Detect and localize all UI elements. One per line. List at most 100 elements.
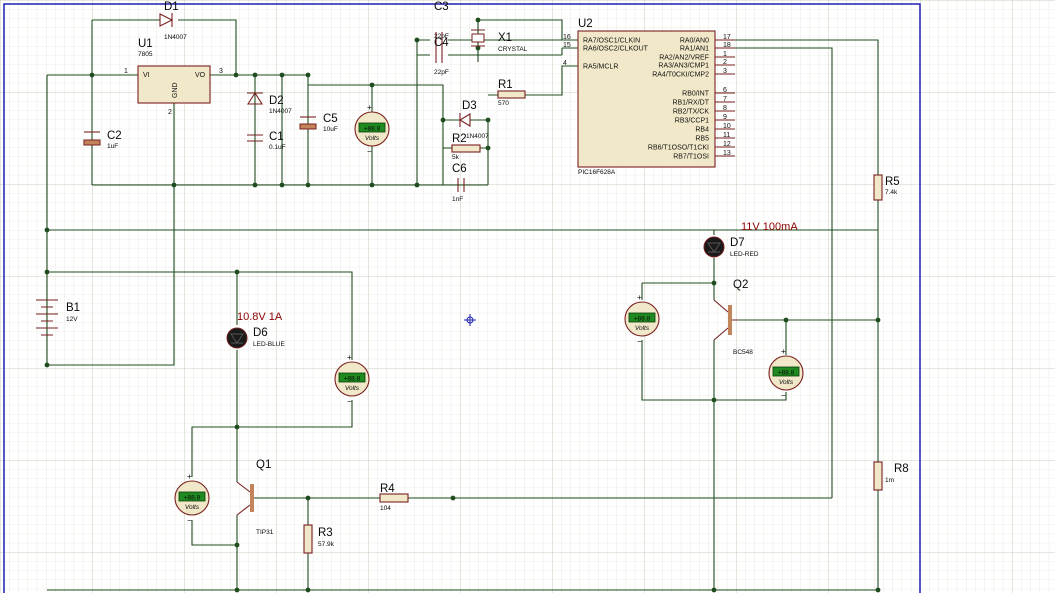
voltmeter-unit: Volts xyxy=(185,504,200,511)
u2-ref: U2 xyxy=(578,18,593,30)
schematic[interactable]: D1 1N4007 U1 7805 VI VO GND 1 3 2 C2 1uF… xyxy=(0,0,1055,593)
u1-pin-in: 1 xyxy=(124,68,128,75)
r4-ref: R4 xyxy=(380,483,395,495)
voltmeter-reading: +88.8 xyxy=(364,126,381,133)
u2-pin-name: RB6/T1OSO/T1CKI xyxy=(648,145,709,152)
d2-ref: D2 xyxy=(269,95,284,107)
u2-pin-number: 18 xyxy=(723,42,731,49)
u2-pin-number: 6 xyxy=(723,87,727,94)
minus-icon: − xyxy=(347,397,352,406)
u2-pin-name: RA2/AN2/VREF xyxy=(659,55,709,62)
u2-pin-name: RB5 xyxy=(695,136,709,143)
u2-pin-number: 13 xyxy=(723,150,731,157)
voltmeter-unit: Volts xyxy=(635,325,650,332)
d3-ref: D3 xyxy=(462,100,477,112)
b1-value: 12V xyxy=(66,316,78,323)
minus-icon: − xyxy=(367,147,372,156)
q2-value: BC548 xyxy=(733,349,753,356)
voltmeter-reading: +88.8 xyxy=(634,316,651,323)
d2-value: 1N4007 xyxy=(269,108,292,115)
minus-icon: − xyxy=(187,516,192,525)
d3-value: 1N4007 xyxy=(466,133,489,140)
u1-ref: U1 xyxy=(138,38,153,50)
u1-gnd: GND xyxy=(172,82,179,98)
u2-pin-number: 17 xyxy=(723,34,731,41)
c1-value: 0.1uF xyxy=(269,144,286,151)
u2-pin-name: RA6/OSC2/CLKOUT xyxy=(583,46,649,53)
c5-ref: C5 xyxy=(323,113,338,125)
b1-ref: B1 xyxy=(66,302,80,314)
r2-value: 5k xyxy=(452,154,460,161)
c4-ref: C4 xyxy=(434,37,449,49)
u1-vo: VO xyxy=(195,72,206,79)
u2-pin-number: 1 xyxy=(723,51,727,58)
r4-value: 104 xyxy=(380,505,391,512)
r1-value: 570 xyxy=(498,100,509,107)
u2-pin-name: RA5/MCLR xyxy=(583,64,618,71)
minus-icon: − xyxy=(781,391,786,400)
plus-icon: + xyxy=(347,353,352,362)
u1-vi: VI xyxy=(143,72,150,79)
r8-value: 1m xyxy=(885,477,894,484)
c2-value: 1uF xyxy=(107,143,118,150)
voltmeter-unit: Volts xyxy=(345,385,360,392)
u2-pin-name: RB7/T1OSI xyxy=(673,154,709,161)
u2-pin-number: 2 xyxy=(723,59,727,66)
u2-pin-name: RA7/OSC1/CLKIN xyxy=(583,38,640,45)
x1-value: CRYSTAL xyxy=(498,46,528,53)
u1-pin-out: 3 xyxy=(219,68,223,75)
plus-icon: + xyxy=(187,472,192,481)
r5-value: 7.4k xyxy=(885,189,898,196)
r3-value: 57.9k xyxy=(318,541,335,548)
r2-ref: R2 xyxy=(452,133,467,145)
plus-icon: + xyxy=(781,347,786,356)
u2-pin-name: RA4/T0CKI/CMP2 xyxy=(652,72,709,79)
d7-ref: D7 xyxy=(730,237,745,249)
u2-pin-number: 3 xyxy=(723,68,727,75)
d7-value: LED-RED xyxy=(730,251,759,258)
u2-pin-number: 10 xyxy=(723,123,731,130)
c1-ref: C1 xyxy=(269,131,284,143)
microcontroller-u2[interactable]: U2 PIC16F628A 16 RA7/OSC1/CLKIN15 RA6/OSC2… xyxy=(563,18,735,176)
c6-value: 1nF xyxy=(452,196,463,203)
u2-value: PIC16F628A xyxy=(578,169,616,176)
x1-ref: X1 xyxy=(498,32,512,44)
u2-pin-name: RB0/INT xyxy=(682,91,710,98)
u2-pin-number: 8 xyxy=(723,105,727,112)
voltmeter-reading: +88.8 xyxy=(344,376,361,383)
c4-value: 22pF xyxy=(434,69,449,76)
d1-value: 1N4007 xyxy=(164,34,187,41)
voltmeter-unit: Volts xyxy=(779,379,794,386)
u2-pin-number: 11 xyxy=(723,132,730,139)
q1-value: TIP31 xyxy=(256,529,274,536)
q1-ref: Q1 xyxy=(256,459,271,471)
u2-pin-name: RA3/AN3/CMP1 xyxy=(658,63,709,70)
c3-ref: C3 xyxy=(434,1,449,13)
u2-pin-name: RB3/CCP1 xyxy=(675,118,709,125)
plus-icon: + xyxy=(367,103,372,112)
u2-pin-number: 7 xyxy=(723,96,727,103)
u2-pin-number: 16 xyxy=(563,34,571,41)
u2-pin-number: 4 xyxy=(563,60,567,67)
r1-ref: R1 xyxy=(498,79,513,91)
d6-note: 10.8V 1A xyxy=(237,311,283,323)
d7-note: 11V 100mA xyxy=(741,221,798,233)
u2-pin-name: RA0/AN0 xyxy=(680,38,709,45)
voltmeter-unit: Volts xyxy=(365,135,380,142)
voltmeter-reading: +88.8 xyxy=(778,370,795,377)
u2-pin-number: 15 xyxy=(563,42,571,49)
r3-ref: R3 xyxy=(318,527,333,539)
u1-value: 7805 xyxy=(138,51,153,58)
c2-ref: C2 xyxy=(107,130,122,142)
d6-ref: D6 xyxy=(253,327,268,339)
u2-pin-number: 9 xyxy=(723,114,727,121)
u2-pin-name: RA1/AN1 xyxy=(680,46,709,53)
u2-pin-name: RB1/RX/DT xyxy=(672,100,709,107)
schematic-canvas[interactable]: D1 1N4007 U1 7805 VI VO GND 1 3 2 C2 1uF… xyxy=(0,0,1055,593)
u1-pin-gnd: 2 xyxy=(168,109,172,116)
d1-ref: D1 xyxy=(164,1,179,13)
minus-icon: − xyxy=(637,337,642,346)
plus-icon: + xyxy=(637,293,642,302)
d6-value: LED-BLUE xyxy=(253,341,285,348)
c6-ref: C6 xyxy=(452,163,467,175)
